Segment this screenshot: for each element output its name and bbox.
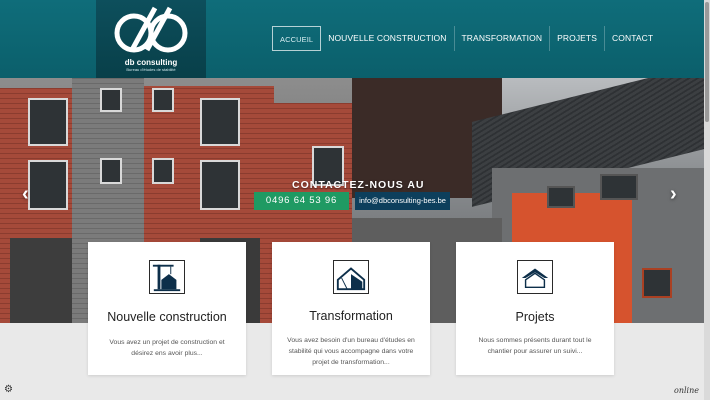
db-logo-icon — [114, 6, 188, 53]
scrollbar[interactable] — [704, 0, 710, 400]
online-badge[interactable]: online — [674, 386, 699, 395]
slider-prev-button[interactable]: ‹ — [22, 183, 29, 206]
nav-item-projets[interactable]: PROJETS — [550, 26, 605, 51]
house-transformation-icon — [333, 260, 369, 294]
logo[interactable]: db consulting Bureau d'études de stabili… — [96, 0, 206, 78]
site-header: db consulting Bureau d'études de stabili… — [0, 0, 710, 78]
roof-projects-icon — [517, 260, 553, 294]
slider-next-button[interactable]: › — [670, 183, 677, 206]
logo-name: db consulting — [124, 58, 178, 67]
card-text: Vous avez un projet de construction et d… — [109, 339, 225, 357]
card-title: Projets — [515, 310, 555, 324]
nav-item-nouvelle-construction[interactable]: NOUVELLE CONSTRUCTION — [321, 26, 455, 51]
main-nav: ACCUEIL NOUVELLE CONSTRUCTION TRANSFORMA… — [272, 26, 660, 51]
email-button[interactable]: info@dbconsulting-bes.be — [355, 192, 450, 210]
card-text: Nous sommes présents durant tout le chan… — [478, 337, 592, 355]
nav-item-accueil[interactable]: ACCUEIL — [272, 26, 322, 51]
gear-icon[interactable]: ⚙ — [4, 385, 14, 395]
scrollbar-thumb[interactable] — [705, 2, 709, 122]
logo-tagline: Bureau d'études de stabilité — [126, 67, 176, 72]
chevron-right-icon: › — [670, 183, 677, 205]
hero-heading: CONTACTEZ-NOUS AU — [292, 179, 425, 191]
card-transformation[interactable]: Transformation Vous avez besoin d'un bur… — [272, 242, 430, 375]
house-construction-icon — [149, 260, 185, 294]
phone-button[interactable]: 0496 64 53 96 — [254, 192, 349, 210]
card-title: Nouvelle construction — [107, 310, 227, 324]
chevron-left-icon: ‹ — [22, 183, 29, 205]
nav-item-transformation[interactable]: TRANSFORMATION — [455, 26, 551, 51]
card-text: Vous avez besoin d'un bureau d'études en… — [287, 337, 415, 366]
card-projets[interactable]: Projets Nous sommes présents durant tout… — [456, 242, 614, 375]
card-nouvelle-construction[interactable]: Nouvelle construction Vous avez un proje… — [88, 242, 246, 375]
card-title: Transformation — [309, 309, 393, 323]
nav-item-contact[interactable]: CONTACT — [605, 26, 660, 51]
